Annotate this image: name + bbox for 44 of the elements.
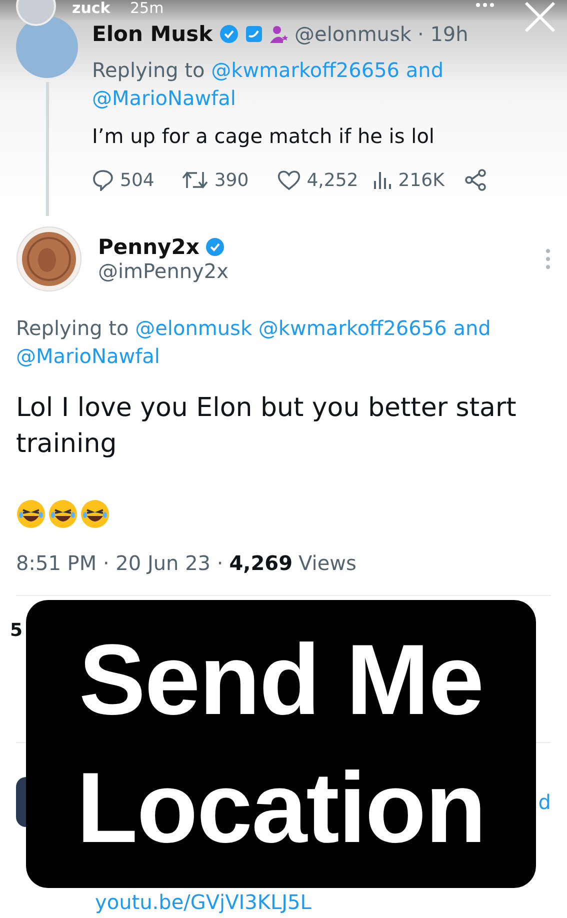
verified-badge-icon xyxy=(218,24,239,44)
view-count: 216K xyxy=(398,170,444,190)
laughing-face-icon xyxy=(80,498,110,529)
close-icon[interactable] xyxy=(523,0,557,34)
tweet-text: I’m up for a cage match if he is lol xyxy=(92,123,436,150)
retweet-count: 390 xyxy=(214,170,249,190)
mention-link[interactable]: @kwmarkoff26656 xyxy=(258,316,447,340)
mention-link[interactable]: @elonmusk xyxy=(135,316,252,340)
tweet-timestamp: 8:51 PM · 20 Jun 23 · xyxy=(16,550,224,575)
reply-count: 504 xyxy=(120,170,154,190)
author-name[interactable]: Penny2x xyxy=(98,235,200,259)
views-icon[interactable] xyxy=(372,170,392,190)
more-icon[interactable] xyxy=(475,2,495,8)
author-handle[interactable]: @elonmusk xyxy=(294,22,412,46)
avatar[interactable] xyxy=(16,776,26,827)
laughing-face-icon xyxy=(48,498,78,529)
reply-text: d xyxy=(538,790,551,814)
heart-icon[interactable] xyxy=(276,169,301,191)
stat-count: 5 xyxy=(10,620,23,642)
replying-to-text: Replying to @elonmusk @kwmarkoff26656 and @MarioNawfal xyxy=(16,315,492,370)
person-badge-icon xyxy=(268,24,289,44)
views-label: Views xyxy=(298,550,356,575)
replying-to-text: Replying to @kwmarkoff26656 and @MarioNawfal xyxy=(92,57,445,112)
mention-link[interactable]: @MarioNawfal xyxy=(16,344,160,368)
mention-link[interactable]: @kwmarkoff26656 xyxy=(211,58,400,82)
video-link[interactable]: youtu.be/GVjVI3KLJ5L xyxy=(95,890,312,914)
verified-badge-icon xyxy=(205,237,226,257)
laughing-face-icon xyxy=(16,498,46,529)
coin-avatar[interactable] xyxy=(16,226,82,292)
tweet-text: Lol I love you Elon but you better start training xyxy=(16,392,518,462)
reply-icon[interactable] xyxy=(92,169,114,191)
share-icon[interactable] xyxy=(464,168,488,192)
sticker-text: Send Me xyxy=(78,623,484,738)
views-count: 4,269 xyxy=(229,550,293,575)
mention-link[interactable]: @MarioNawfal xyxy=(92,86,236,110)
author-name[interactable]: Elon Musk xyxy=(92,22,213,46)
story-username[interactable]: zuck xyxy=(72,0,110,17)
tweet-time: · 19h xyxy=(417,22,468,46)
sticker-text: Location xyxy=(76,751,486,866)
story-time: 25m xyxy=(130,0,164,17)
author-handle[interactable]: @imPenny2x xyxy=(98,259,529,283)
like-count: 4,252 xyxy=(306,170,358,190)
affiliate-badge-icon xyxy=(244,25,263,43)
retweet-icon[interactable] xyxy=(182,170,208,190)
